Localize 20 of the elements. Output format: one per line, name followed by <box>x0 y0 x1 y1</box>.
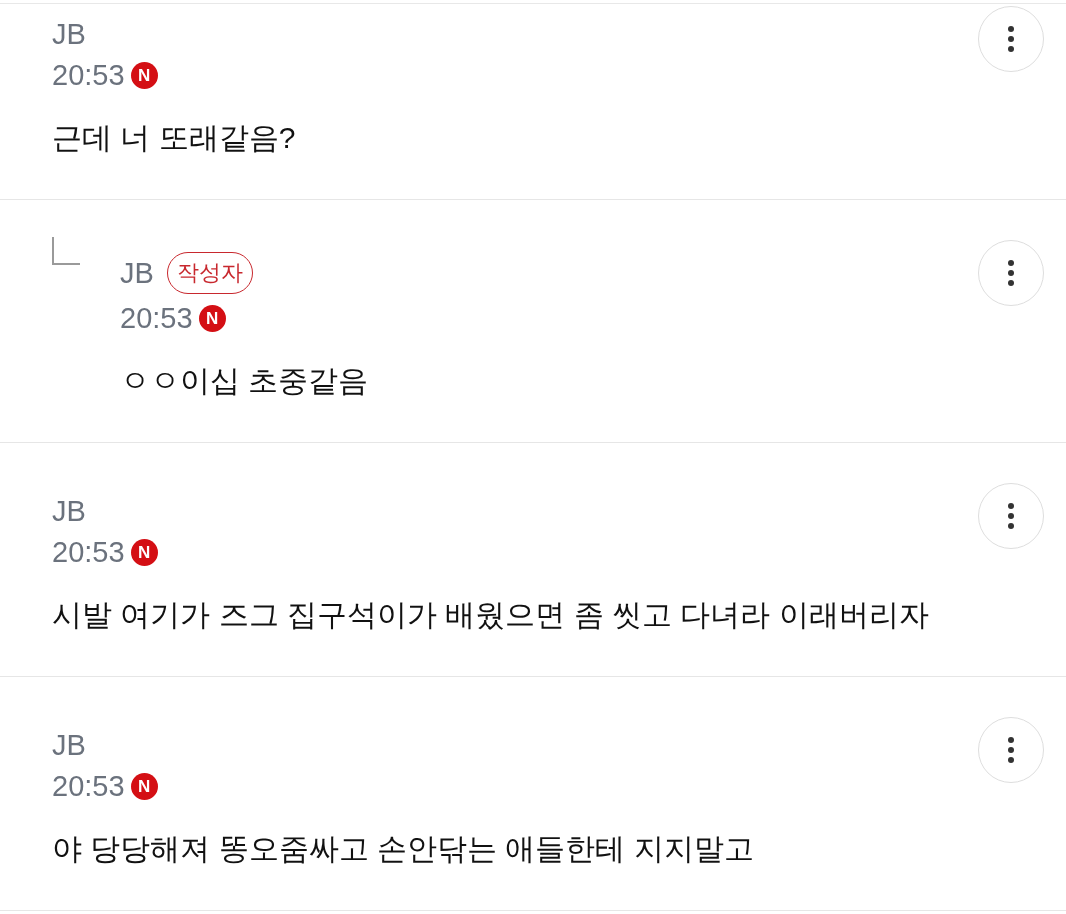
new-badge: N <box>130 62 158 89</box>
more-icon <box>1008 26 1014 52</box>
new-badge: N <box>198 305 226 332</box>
author-name: JB <box>52 17 86 52</box>
new-badge: N <box>130 773 158 800</box>
author-name: JB <box>52 494 86 529</box>
more-icon <box>1008 737 1014 763</box>
comment-text: ㅇㅇ이십 초중같음 <box>120 363 370 399</box>
more-icon <box>1008 503 1014 529</box>
comment-text: 근데 너 또래같음? <box>52 120 297 156</box>
author-name: JB <box>52 728 86 763</box>
comment-time: 20:53 <box>52 769 125 804</box>
more-icon <box>1008 260 1014 286</box>
new-badge: N <box>130 539 158 566</box>
comment-time: 20:53 <box>52 58 125 93</box>
author-name: JB <box>120 255 154 291</box>
comment-time: 20:53 <box>52 535 125 570</box>
comment-text: 야 당당해져 똥오줌싸고 손안닦는 애들한테 지지말고 <box>52 831 755 867</box>
comment-time: 20:53 <box>120 301 193 336</box>
comment-text: 시발 여기가 즈그 집구석이가 배웠으면 좀 씻고 다녀라 이래버리자 <box>52 597 930 633</box>
